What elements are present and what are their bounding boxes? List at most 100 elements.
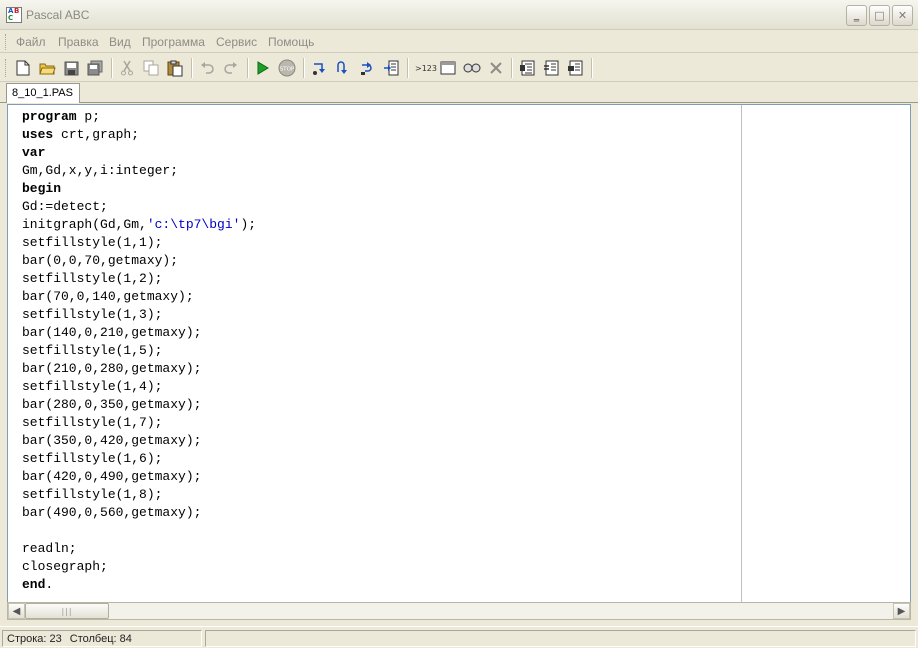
toolbar-grip-handle[interactable] (5, 59, 8, 77)
code-line: setfillstyle(1,2); (22, 270, 256, 288)
code-line: initgraph(Gd,Gm,'c:\tp7\bgi'); (22, 216, 256, 234)
maximize-icon: □ (874, 9, 885, 22)
toolbar-separator (303, 58, 305, 78)
stop-icon[interactable]: STOP (276, 57, 298, 79)
code-keyword: uses (22, 127, 54, 142)
cut-icon[interactable] (116, 57, 138, 79)
code-token: crt,graph; (53, 127, 140, 142)
code-line: setfillstyle(1,1); (22, 234, 256, 252)
copy-icon[interactable] (140, 57, 162, 79)
maximize-button[interactable]: □ (869, 5, 890, 26)
code-line: setfillstyle(1,8); (22, 486, 256, 504)
toolbar-separator (111, 58, 113, 78)
menu-service[interactable]: Сервис (213, 34, 260, 50)
menu-grip-handle[interactable] (5, 34, 8, 50)
svg-text:STOP: STOP (280, 67, 295, 73)
code-token: setfillstyle(1,8); (22, 487, 163, 502)
minimize-icon: ‗ (853, 9, 860, 22)
status-column-number: Столбец: 84 (69, 633, 132, 645)
code-token: setfillstyle(1,7); (22, 415, 163, 430)
code-text: program p; uses crt,graph; var Gm,Gd,x,y,i:… (22, 108, 256, 594)
toolbar-separator (247, 58, 249, 78)
output-window-icon[interactable] (437, 57, 459, 79)
new-file-icon[interactable] (12, 57, 34, 79)
tab-8-10-1-pas[interactable]: 8_10_1.PAS (6, 83, 80, 103)
step-into-icon[interactable] (308, 57, 330, 79)
undo-icon[interactable] (196, 57, 218, 79)
app-icon-letter-b: B (14, 7, 20, 15)
menu-edit[interactable]: Правка (55, 34, 102, 50)
save-all-icon[interactable] (84, 57, 106, 79)
redo-icon[interactable] (220, 57, 242, 79)
toolbar-separator (511, 58, 513, 78)
status-bar: Строка: 23 Столбец: 84 (0, 626, 918, 648)
evaluate-icon[interactable]: >123 (413, 57, 439, 79)
horizontal-scrollbar[interactable]: ◀ ||| ▶ (7, 602, 911, 620)
code-line: bar(140,0,210,getmaxy); (22, 324, 256, 342)
run-icon[interactable] (252, 57, 274, 79)
code-token: readln; (22, 541, 77, 556)
cursor-position-panel: Строка: 23 Столбец: 84 (2, 630, 202, 647)
scroll-right-button[interactable]: ▶ (893, 603, 910, 619)
code-keyword: program (22, 109, 77, 124)
scroll-left-button[interactable]: ◀ (8, 603, 25, 619)
code-token: bar(0,0,70,getmaxy); (22, 253, 179, 268)
code-token: ); (240, 217, 257, 232)
code-line: setfillstyle(1,5); (22, 342, 256, 360)
code-token: setfillstyle(1,6); (22, 451, 163, 466)
code-token: bar(70,0,140,getmaxy); (22, 289, 194, 304)
code-token: setfillstyle(1,3); (22, 307, 163, 322)
code-line: bar(490,0,560,getmaxy); (22, 504, 256, 522)
scrollbar-thumb[interactable]: ||| (25, 603, 109, 619)
code-token: setfillstyle(1,4); (22, 379, 163, 394)
arrow-left-icon: ◀ (12, 605, 21, 617)
clear-icon[interactable] (485, 57, 507, 79)
code-token: closegraph; (22, 559, 108, 574)
code-token: bar(210,0,280,getmaxy); (22, 361, 202, 376)
save-icon[interactable] (60, 57, 82, 79)
menu-program[interactable]: Программа (139, 34, 208, 50)
code-line: end. (22, 576, 256, 594)
code-line: setfillstyle(1,3); (22, 306, 256, 324)
code-token: setfillstyle(1,1); (22, 235, 163, 250)
code-line: bar(0,0,70,getmaxy); (22, 252, 256, 270)
code-token: setfillstyle(1,5); (22, 343, 163, 358)
code-editor[interactable]: program p; uses crt,graph; var Gm,Gd,x,y,i:… (7, 104, 911, 603)
menu-file[interactable]: Файл (13, 34, 49, 50)
minimize-button[interactable]: ‗ (846, 5, 867, 26)
watch-icon[interactable] (461, 57, 483, 79)
code-token: Gm,Gd,x,y,i:integer; (22, 163, 179, 178)
code-token: bar(420,0,490,getmaxy); (22, 469, 202, 484)
code-keyword: begin (22, 181, 62, 196)
right-margin-line (741, 105, 742, 603)
run-to-cursor-icon[interactable] (380, 57, 402, 79)
open-folder-icon[interactable] (36, 57, 58, 79)
code-line: Gd:=detect; (22, 198, 256, 216)
code-line: bar(280,0,350,getmaxy); (22, 396, 256, 414)
toolbar-separator (407, 58, 409, 78)
code-line: begin (22, 180, 256, 198)
code-line: setfillstyle(1,4); (22, 378, 256, 396)
window-title: Pascal ABC (26, 8, 90, 22)
code-token: bar(490,0,560,getmaxy); (22, 505, 202, 520)
paste-icon[interactable] (164, 57, 186, 79)
comment-icon[interactable] (540, 57, 562, 79)
step-out-icon[interactable] (356, 57, 378, 79)
pascal-abc-app-icon[interactable]: A B C (6, 7, 22, 23)
menu-view[interactable]: Вид (106, 34, 134, 50)
thumb-grip-icon: ||| (61, 606, 73, 616)
toolbar-separator (591, 58, 593, 78)
uncomment-icon[interactable] (564, 57, 586, 79)
step-over-icon[interactable] (332, 57, 354, 79)
code-string: 'c:\tp7\bgi' (146, 217, 241, 232)
title-bar: A B C Pascal ABC ‗ □ ✕ (0, 0, 918, 30)
code-token: p; (76, 109, 101, 124)
code-token: bar(280,0,350,getmaxy); (22, 397, 202, 412)
code-line: setfillstyle(1,7); (22, 414, 256, 432)
close-button[interactable]: ✕ (892, 5, 913, 26)
menu-help[interactable]: Помощь (265, 34, 317, 50)
code-line: uses crt,graph; (22, 126, 256, 144)
format-code-icon[interactable] (516, 57, 538, 79)
code-token: Gd:=detect; (22, 199, 108, 214)
